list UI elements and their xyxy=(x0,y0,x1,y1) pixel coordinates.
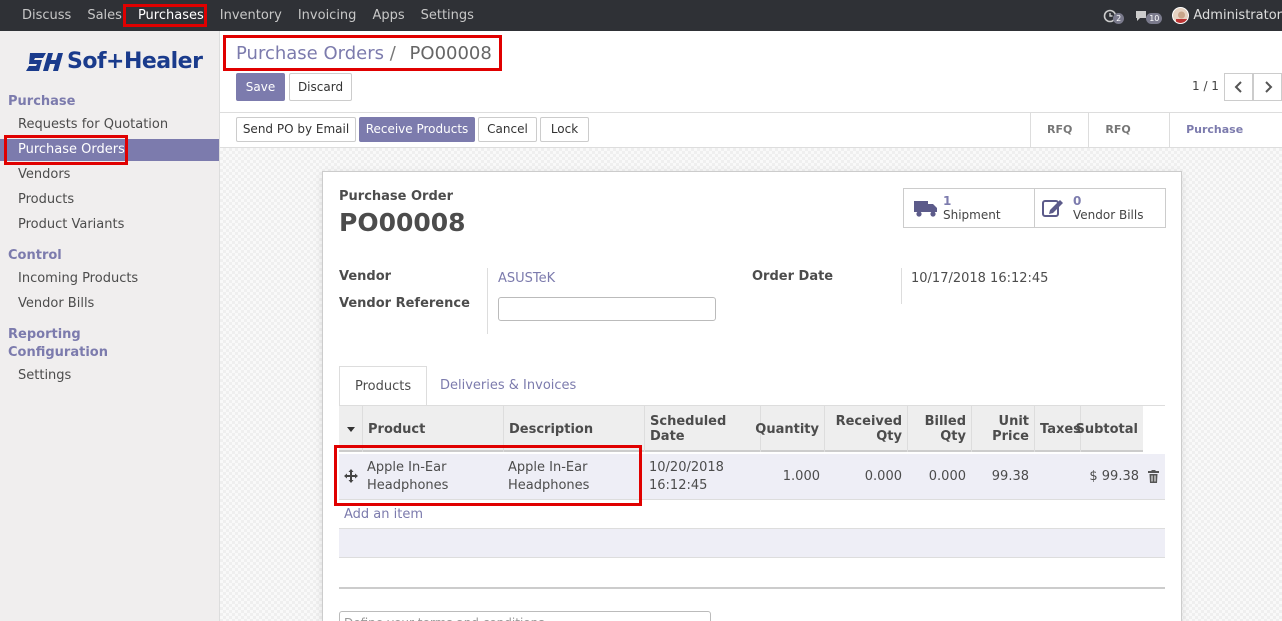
column-unit-line2: Price xyxy=(992,429,1029,444)
sidebar-item-products[interactable]: Products xyxy=(0,189,219,211)
menu-apps[interactable]: Apps xyxy=(364,0,412,31)
status-purchase-order: Purchase Order xyxy=(1169,113,1282,170)
systray: 2 10 Administrator xyxy=(1103,0,1282,31)
column-billed-line2: Qty xyxy=(940,429,966,444)
column-billed-qty[interactable]: Billed Qty xyxy=(908,406,972,452)
status-bar: RFQ RFQ Sent Purchase Order xyxy=(1030,113,1282,170)
activity-button[interactable]: 2 xyxy=(1103,7,1125,24)
row-received-qty: 0.000 xyxy=(864,469,902,484)
app-menu: Discuss Sales Purchases Inventory Invoic… xyxy=(14,0,482,31)
user-menu[interactable]: Administrator xyxy=(1172,7,1282,24)
column-received-qty[interactable]: Received Qty xyxy=(825,406,908,452)
highlight-purchases-menu xyxy=(123,4,207,27)
status-rfq[interactable]: RFQ xyxy=(1030,113,1088,147)
menu-invoicing[interactable]: Invoicing xyxy=(290,0,365,31)
empty-row-2 xyxy=(339,529,1165,558)
logo-text: Sof+Healer xyxy=(67,49,203,74)
vendor-bills-count: 0 xyxy=(1073,194,1082,208)
column-unit-line1: Unit xyxy=(998,414,1029,429)
edit-icon xyxy=(1042,200,1063,217)
section-purchase: Purchase xyxy=(8,94,76,109)
cancel-button[interactable]: Cancel xyxy=(478,117,537,142)
row-date-line2: 16:12:45 xyxy=(649,478,708,493)
company-logo: Sof+Healer xyxy=(26,49,203,74)
sidebar-item-rfq[interactable]: Requests for Quotation xyxy=(0,114,219,136)
shipment-count: 1 xyxy=(943,194,952,208)
column-received-line2: Qty xyxy=(876,429,902,444)
receive-products-button[interactable]: Receive Products xyxy=(359,117,475,142)
section-reporting[interactable]: Reporting xyxy=(8,327,81,342)
column-subtotal[interactable]: Subtotal xyxy=(1075,406,1143,452)
user-name: Administrator xyxy=(1193,8,1282,23)
column-scheduled-date[interactable]: Scheduled Date xyxy=(645,406,761,452)
lock-button[interactable]: Lock xyxy=(540,117,589,142)
row-scheduled-date: 10/20/2018 16:12:45 xyxy=(649,459,724,495)
avatar xyxy=(1172,7,1190,24)
totals-separator xyxy=(339,587,1165,589)
vendor-reference-input[interactable] xyxy=(498,297,716,321)
caret-down-icon xyxy=(346,427,355,432)
vendor-reference-label: Vendor Reference xyxy=(339,296,470,311)
message-count-badge: 10 xyxy=(1146,13,1163,24)
tab-deliveries-invoices[interactable]: Deliveries & Invoices xyxy=(440,366,576,406)
status-rfq-sent[interactable]: RFQ Sent xyxy=(1088,113,1169,170)
vendor-label: Vendor xyxy=(339,269,392,284)
column-quantity[interactable]: Quantity xyxy=(755,406,825,452)
row-quantity: 1.000 xyxy=(782,469,820,484)
vendor-field[interactable]: ASUSTeK xyxy=(498,271,555,286)
column-received-line1: Received xyxy=(835,414,902,429)
menu-discuss[interactable]: Discuss xyxy=(14,0,79,31)
empty-row-1 xyxy=(339,500,1165,529)
date-separator xyxy=(901,268,902,304)
section-configuration: Configuration xyxy=(8,345,108,360)
po-number: PO00008 xyxy=(339,208,466,237)
row-subtotal: $ 99.38 xyxy=(1089,469,1139,484)
chevron-right-icon xyxy=(1264,81,1272,93)
menu-inventory[interactable]: Inventory xyxy=(212,0,290,31)
highlight-order-line xyxy=(334,445,642,506)
shipment-label: Shipment xyxy=(943,208,1001,222)
field-separator xyxy=(487,268,488,334)
vendor-bills-label: Vendor Bills xyxy=(1073,208,1144,222)
activity-count-badge: 2 xyxy=(1113,13,1125,24)
column-taxes[interactable]: Taxes xyxy=(1035,406,1081,452)
sidebar-item-incoming-products[interactable]: Incoming Products xyxy=(0,268,219,290)
section-control: Control xyxy=(8,248,62,263)
form-title-label: Purchase Order xyxy=(339,189,454,204)
column-billed-line1: Billed xyxy=(924,414,966,429)
vendor-bills-smart-button[interactable]: 0 Vendor Bills xyxy=(1034,188,1166,228)
sidebar: Sof+Healer Purchase Requests for Quotati… xyxy=(0,31,220,621)
row-date-line1: 10/20/2018 xyxy=(649,460,724,475)
column-unit-price[interactable]: Unit Price xyxy=(972,406,1035,452)
save-button[interactable]: Save xyxy=(236,73,285,101)
highlight-purchase-orders xyxy=(4,135,128,165)
pager-previous-button[interactable] xyxy=(1224,73,1253,101)
shipment-smart-button[interactable]: 1 Shipment xyxy=(903,188,1035,228)
trash-icon[interactable] xyxy=(1148,470,1159,483)
sidebar-item-vendors[interactable]: Vendors xyxy=(0,164,219,186)
truck-icon xyxy=(914,201,937,217)
pager-value: 1 / 1 xyxy=(1192,79,1219,93)
menu-settings[interactable]: Settings xyxy=(413,0,482,31)
sidebar-item-vendor-bills[interactable]: Vendor Bills xyxy=(0,293,219,315)
order-date-field[interactable]: 10/17/2018 16:12:45 xyxy=(911,271,1048,286)
discard-button[interactable]: Discard xyxy=(289,73,352,101)
row-unit-price: 99.38 xyxy=(991,469,1029,484)
order-date-label: Order Date xyxy=(752,269,834,284)
softhealer-logo-icon xyxy=(26,52,63,71)
sidebar-item-product-variants[interactable]: Product Variants xyxy=(0,214,219,236)
send-po-email-button[interactable]: Send PO by Email xyxy=(236,117,356,142)
pager-next-button[interactable] xyxy=(1253,73,1282,101)
sidebar-item-settings[interactable]: Settings xyxy=(0,365,219,387)
messages-button[interactable]: 10 xyxy=(1134,7,1163,24)
tab-products[interactable]: Products xyxy=(339,366,428,406)
highlight-breadcrumb xyxy=(223,35,502,71)
row-billed-qty: 0.000 xyxy=(928,469,966,484)
chevron-left-icon xyxy=(1234,81,1242,93)
terms-input[interactable]: Define your terms and conditions ... xyxy=(339,611,711,621)
